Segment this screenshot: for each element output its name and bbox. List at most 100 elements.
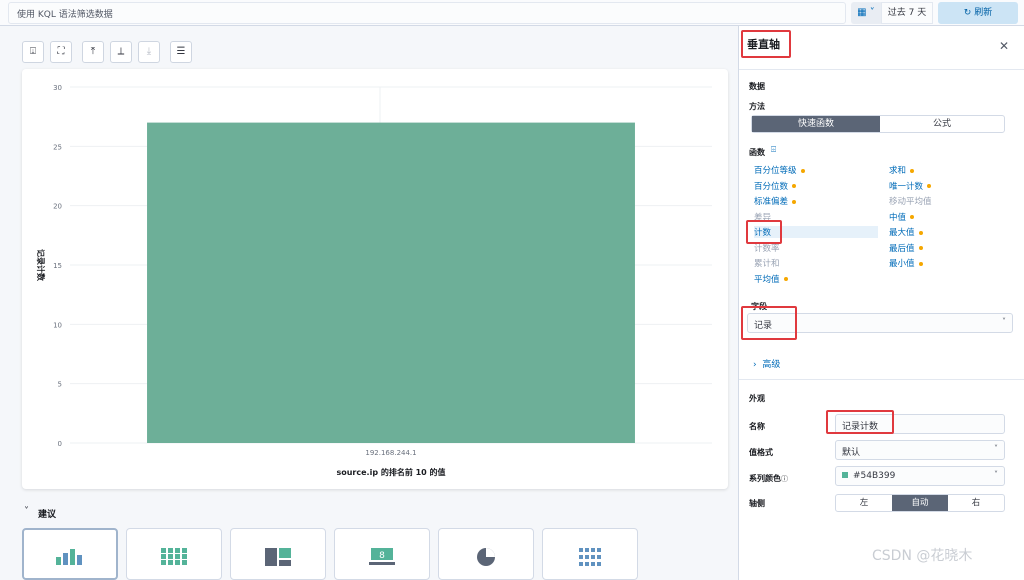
function-option-label: 差异 — [754, 212, 772, 223]
value-format-value: 默认 — [842, 448, 861, 458]
close-icon[interactable]: ✕ — [999, 39, 1009, 53]
function-option[interactable]: 平均值 — [754, 273, 788, 285]
field-value: 记录 — [754, 321, 773, 331]
function-option-label: 平均值 — [754, 274, 780, 285]
beta-dot-icon — [918, 246, 923, 250]
axis-side-label: 轴侧 — [749, 499, 765, 508]
function-option[interactable]: 中值 — [889, 211, 915, 223]
beta-dot-icon — [927, 184, 932, 188]
grid-icon — [579, 548, 601, 566]
beta-dot-icon — [800, 168, 805, 173]
function-option[interactable]: 百分位数 — [754, 180, 797, 192]
data-section-label: 数据 — [749, 82, 765, 91]
beta-dot-icon — [918, 230, 923, 235]
function-option: 移动平均值 — [889, 195, 932, 207]
date-range-picker[interactable]: 过去 7 天 — [881, 2, 933, 24]
appearance-label: 外观 — [749, 394, 765, 403]
function-option[interactable]: 标准偏差 — [754, 195, 797, 207]
svg-text:8: 8 — [379, 551, 385, 561]
chevron-down-icon[interactable]: ˅ — [24, 506, 29, 517]
function-option[interactable]: 最大值 — [889, 226, 923, 238]
color-swatch — [842, 472, 848, 478]
suggestion-pie[interactable] — [438, 528, 534, 580]
function-option: 累计和 — [754, 257, 780, 269]
vertical-axis-panel: 垂直轴 ✕ 数据 方法 快速函数 公式 函数 ⌹ 百分位等级百分位数标准偏差差异… — [738, 26, 1024, 580]
y-tick-label: 5 — [58, 381, 62, 389]
axis-bottom-icon[interactable]: ⟂ — [110, 41, 132, 63]
x-tick-label: 192.168.244.1 — [365, 449, 416, 457]
beta-dot-icon — [783, 277, 788, 281]
series-color-label: 系列颜色ⓘ — [749, 473, 788, 484]
calendar-icon[interactable]: ▦ ˅ — [851, 2, 881, 24]
chart-panel: 0 5 10 15 20 25 30 192.168.244.1 source.ip 的排名前 … — [22, 69, 728, 489]
axis-left-icon[interactable]: ⤒ — [82, 41, 104, 63]
chevron-down-icon: ˅ — [994, 470, 998, 479]
y-tick-label: 0 — [58, 440, 62, 448]
suggestion-bar-chart[interactable] — [22, 528, 118, 580]
function-option-label: 标准偏差 — [754, 197, 789, 207]
chevron-down-icon: ˅ — [1002, 317, 1006, 326]
y-axis-title: 记录计数 — [36, 249, 46, 282]
function-option[interactable]: 唯一计数 — [889, 180, 932, 192]
query-input[interactable]: 使用 KQL 语法筛选数据 — [8, 2, 846, 24]
function-option[interactable]: 求和 — [889, 164, 915, 176]
functions-label: 函数 — [749, 148, 765, 157]
function-option[interactable]: 百分位等级 — [754, 164, 805, 176]
y-tick-label: 10 — [53, 321, 62, 329]
suggestion-grid[interactable] — [542, 528, 638, 580]
function-option-label: 计数率 — [754, 243, 780, 254]
name-input[interactable]: 记录计数 — [835, 414, 1005, 434]
beta-dot-icon — [792, 184, 797, 188]
pin-icon[interactable]: ⍗ — [22, 41, 44, 63]
series-color-value: #54B399 — [853, 471, 896, 481]
suggestions-title[interactable]: 建议 — [38, 507, 56, 520]
suggestion-treemap[interactable] — [230, 528, 326, 580]
bar — [147, 122, 635, 443]
beta-dot-icon — [910, 168, 915, 173]
suggestion-metric[interactable]: 8 — [334, 528, 430, 580]
method-label: 方法 — [749, 102, 765, 111]
function-option-label: 累计和 — [754, 259, 780, 269]
panel-title: 垂直轴 — [747, 38, 780, 51]
advanced-toggle[interactable]: › 高级 — [753, 357, 780, 370]
beta-dot-icon — [792, 199, 797, 204]
series-color-picker[interactable]: #54B399 ˅ — [835, 466, 1005, 486]
legend-icon[interactable]: ☰ — [170, 41, 192, 63]
refresh-button[interactable]: ↻ 刷新 — [938, 2, 1018, 24]
divider — [739, 379, 1024, 380]
field-label: 字段 — [751, 302, 767, 311]
treemap-icon — [265, 548, 291, 566]
method-quick-functions[interactable]: 快速函数 — [752, 116, 880, 132]
function-option[interactable]: 计数 — [754, 226, 878, 238]
function-option-label: 最小值 — [889, 259, 915, 269]
function-option-label: 计数 — [754, 228, 772, 238]
axis-side-auto[interactable]: 自动 — [892, 495, 948, 511]
axis-right-icon[interactable]: ⤓ — [138, 41, 160, 63]
help-icon[interactable]: ⓘ — [781, 475, 788, 483]
refresh-icon: ↻ — [963, 8, 972, 18]
name-value: 记录计数 — [842, 422, 879, 432]
method-toggle: 快速函数 公式 — [751, 115, 1005, 133]
y-tick-label: 15 — [53, 262, 62, 270]
fullscreen-icon[interactable]: ⛶ — [50, 41, 72, 63]
field-select[interactable]: 记录 ˅ — [747, 313, 1013, 333]
value-format-select[interactable]: 默认 ˅ — [835, 440, 1005, 460]
series-color-label-text: 系列颜色 — [749, 474, 781, 483]
method-formula[interactable]: 公式 — [880, 116, 1004, 132]
function-option[interactable]: 最后值 — [889, 242, 923, 254]
info-icon[interactable]: ⌹ — [771, 145, 776, 155]
y-tick-label: 30 — [53, 84, 62, 92]
suggestion-thumbnails: 8 — [22, 528, 638, 580]
axis-side-toggle: 左 自动 右 — [835, 494, 1005, 512]
metric-icon: 8 — [369, 548, 395, 565]
axis-side-left[interactable]: 左 — [836, 495, 892, 511]
axis-side-right[interactable]: 右 — [948, 495, 1004, 511]
bar-chart-icon — [56, 549, 82, 565]
x-axis-title: source.ip 的排名前 10 的值 — [336, 467, 445, 477]
function-option-label: 中值 — [889, 212, 907, 223]
chevron-down-icon: ˅ — [994, 444, 998, 453]
suggestion-heatmap[interactable] — [126, 528, 222, 580]
watermark: CSDN @花晓木 — [872, 548, 973, 564]
function-option[interactable]: 最小值 — [889, 257, 923, 269]
function-option-label: 最后值 — [889, 243, 915, 254]
